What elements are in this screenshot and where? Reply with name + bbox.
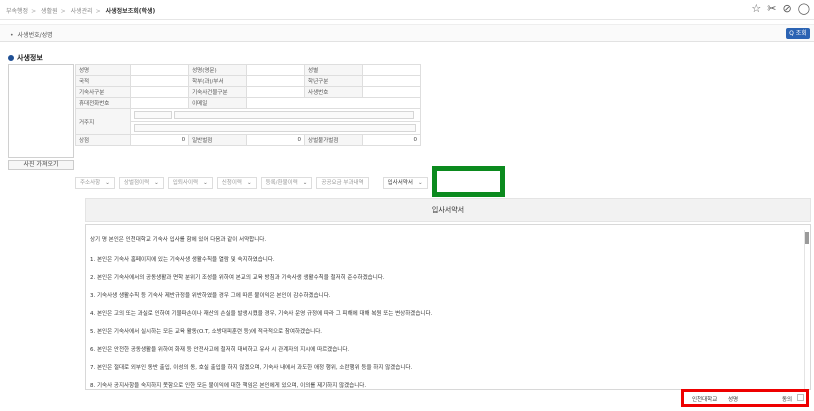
agree-label: 동의 xyxy=(782,397,793,403)
pledge-line: 4. 본인은 고의 또는 과실로 인하여 기물파손이나 재산의 손실을 발생시켰… xyxy=(90,311,433,317)
pledge-line: 1. 본인은 기숙사 홈페이지에 있는 기숙사생 생활수칙을 열람 및 숙지하였… xyxy=(90,257,275,263)
label-nationality: 국적 xyxy=(74,75,132,87)
label-student-no: 사생번호 xyxy=(304,86,363,98)
tab-pledge[interactable]: 입사서약서 ⌄ xyxy=(382,177,428,189)
value-hygiene-demerit: 0 xyxy=(361,134,422,146)
pledge-title: 입사서약서 xyxy=(85,198,811,222)
value-merit: 0 xyxy=(130,134,190,146)
value-student-no xyxy=(361,86,422,98)
search-label[interactable]: 사생번호/성명 xyxy=(10,30,53,39)
label-building: 기숙사건물구분 xyxy=(188,86,248,98)
value-general-demerit: 0 xyxy=(246,134,306,146)
label-hygiene-demerit: 상벌불가벌점 xyxy=(304,134,363,146)
label-name: 성명 xyxy=(74,64,132,76)
history-tabs: 주소사항 ⌄ 상벌점이력 ⌄ 입퇴사이력 ⌄ 신청이력 ⌄ 등록/환불이력 ⌄ 공공요금 … xyxy=(75,177,432,189)
label-general-demerit: 일반벌점 xyxy=(188,134,248,146)
value-building xyxy=(246,86,306,98)
breadcrumb-item[interactable]: 부속행정 xyxy=(6,8,28,15)
pledge-line: 상기 명 본인은 인천대학교 기숙사 입사를 함에 있어 다음과 같이 서약합니… xyxy=(90,237,267,243)
section-title: 사생정보 xyxy=(8,53,43,63)
breadcrumb-current: 사생정보조회(학생) xyxy=(105,8,156,15)
chevron-down-icon: ⌄ xyxy=(302,180,308,186)
value-dept xyxy=(246,75,306,87)
value-name-en xyxy=(246,64,306,76)
value-gender xyxy=(361,64,422,76)
label-name-en: 성명(영문) xyxy=(188,64,248,76)
address-line-2 xyxy=(130,121,421,135)
pledge-scrollbar[interactable] xyxy=(804,230,809,389)
student-info-table: 성명 성명(영문) 성별 국적 학부(과)/부서 학년구분 기숙사구분 기숙사건… xyxy=(74,64,422,146)
tab-application-history[interactable]: 신청이력 ⌄ xyxy=(216,177,257,189)
value-name xyxy=(130,64,190,76)
value-dorm-type xyxy=(130,86,190,98)
tab-utility-charges[interactable]: 공공요금 부과내역 xyxy=(316,177,369,189)
value-nationality xyxy=(130,75,190,87)
pledge-line: 5. 본인은 기숙사에서 실시하는 모든 교육 활동(O.T, 소방대피훈련 등… xyxy=(90,329,323,335)
tab-merit-history[interactable]: 상벌점이력 ⌄ xyxy=(118,177,164,189)
agree-checkbox[interactable] xyxy=(797,394,804,401)
agree-row: 인천대학교 성명 동의 xyxy=(684,393,808,403)
address-field xyxy=(173,111,414,119)
tab-payment-history[interactable]: 등록/환불이력 ⌄ xyxy=(260,177,313,189)
tab-checkin-history[interactable]: 입퇴사이력 ⌄ xyxy=(167,177,213,189)
label-gender: 성별 xyxy=(304,64,363,76)
pledge-line: 3. 기숙사생 생활수칙 등 기숙사 제반규정을 위반하였을 경우 그에 따른 … xyxy=(90,293,331,299)
pledge-line: 7. 본인은 절대로 외부인 동반 출입, 이성의 동, 호실 출입을 하지 않… xyxy=(90,365,413,371)
pledge-line: 6. 본인은 안전한 공동생활을 위하여 화재 등 안전사고에 철저히 대비하고… xyxy=(90,347,350,353)
photo-box xyxy=(8,64,74,158)
address-line-1 xyxy=(130,108,421,122)
label-dept: 학부(과)/부서 xyxy=(188,75,248,87)
chevron-down-icon: ⌄ xyxy=(203,180,208,186)
highlight-frame-pledge-tab xyxy=(432,166,505,197)
section-bullet-icon xyxy=(8,55,14,61)
pledge-line: 8. 기숙사 공지사항을 숙지하지 못함으로 인한 모든 불이익에 대한 책임은… xyxy=(90,383,367,389)
label-merit: 상점 xyxy=(74,134,132,146)
search-button[interactable]: Q 조회 xyxy=(786,28,810,39)
section-title-text: 사생정보 xyxy=(17,54,43,62)
label-email: 이메일 xyxy=(188,97,248,109)
agree-school: 인천대학교 xyxy=(692,397,718,403)
label-mobile: 휴대전화번호 xyxy=(74,97,132,109)
value-mobile xyxy=(130,97,190,109)
chevron-down-icon: ⌄ xyxy=(246,180,252,186)
close-icon[interactable]: ◯ xyxy=(798,3,810,15)
scrollbar-thumb[interactable] xyxy=(805,232,809,244)
tab-address[interactable]: 주소사항 ⌄ xyxy=(75,177,115,189)
label-dorm-type: 기숙사구분 xyxy=(74,86,132,98)
label-grade: 학년구분 xyxy=(304,75,363,87)
agree-name-label: 성명 xyxy=(728,397,739,403)
zipcode-field xyxy=(134,111,173,119)
star-icon[interactable]: ☆ xyxy=(751,3,761,15)
help-icon[interactable]: ⊘ xyxy=(782,3,791,15)
top-bar: 부속행정 > 생활원 > 사생관리 > 사생정보조회(학생) ☆ ✂ ⊘ ◯ xyxy=(0,0,814,20)
search-bar: 사생번호/성명 Q 조회 xyxy=(0,24,814,42)
breadcrumb: 부속행정 > 생활원 > 사생관리 > 사생정보조회(학생) xyxy=(6,8,156,15)
photo-import-button[interactable]: 사진 가져오기 xyxy=(8,160,74,170)
tools-icon[interactable]: ✂ xyxy=(767,3,776,15)
pledge-line: 2. 본인은 기숙사에서의 공동생활과 면학 분위기 조성을 위하여 본교의 교… xyxy=(90,275,385,281)
chevron-down-icon: ⌄ xyxy=(105,180,110,186)
label-address: 거주지 xyxy=(74,108,132,135)
value-email xyxy=(246,97,421,109)
address-detail-field xyxy=(134,124,417,132)
pledge-text-area: 상기 명 본인은 인천대학교 기숙사 입사를 함에 있어 다음과 같이 서약합니… xyxy=(85,224,811,390)
chevron-down-icon: ⌄ xyxy=(154,180,159,186)
breadcrumb-item[interactable]: 생활원 xyxy=(41,8,58,15)
chevron-down-icon: ⌄ xyxy=(417,180,423,186)
breadcrumb-item[interactable]: 사생관리 xyxy=(71,8,93,15)
value-grade xyxy=(361,75,422,87)
